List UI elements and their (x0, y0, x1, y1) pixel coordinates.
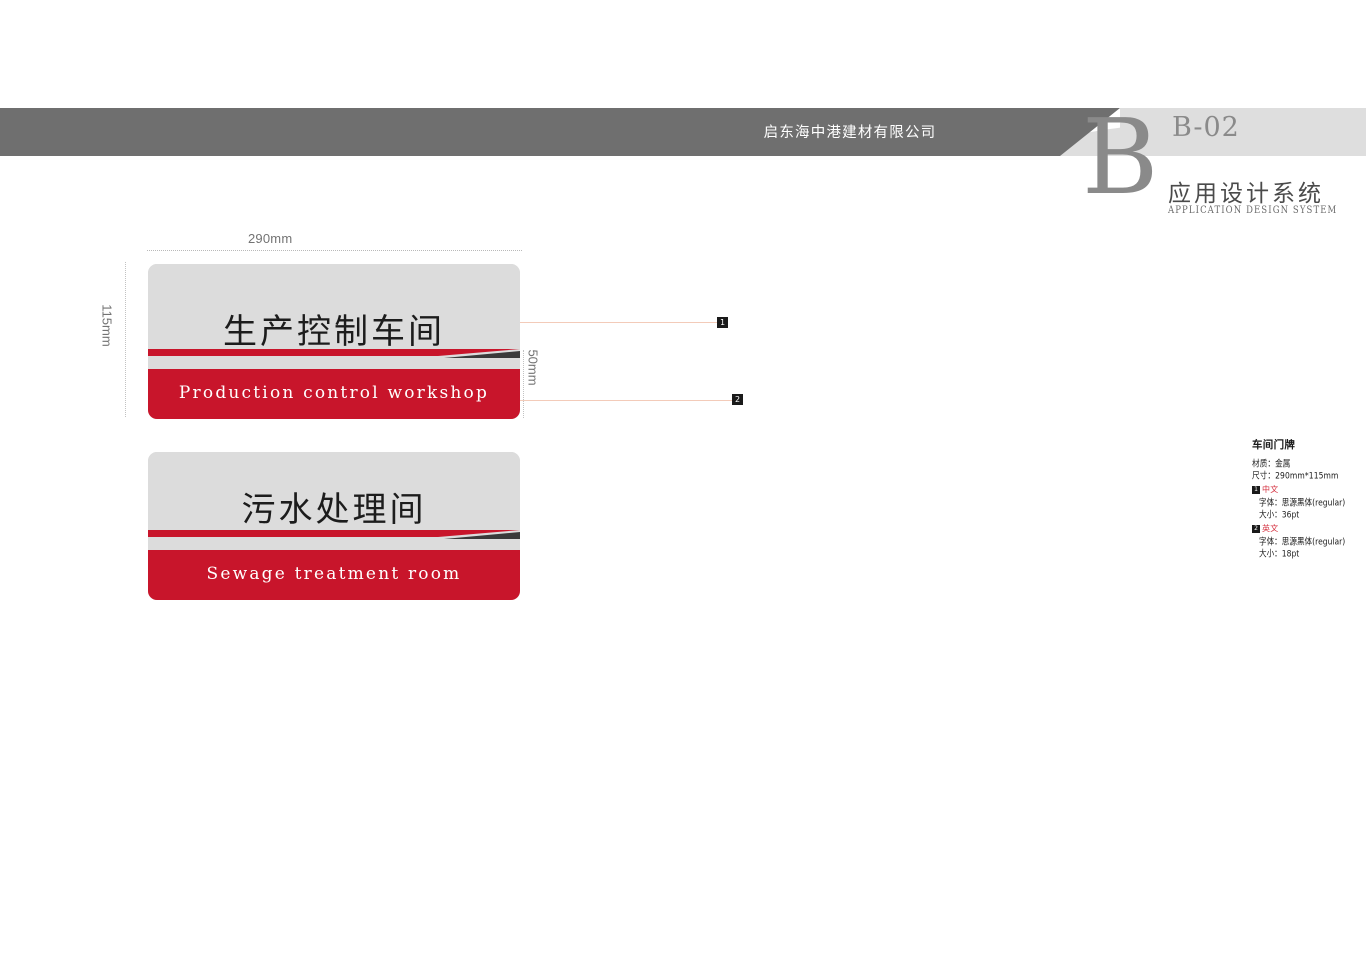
section-title-cn: 应用设计系统 (1168, 181, 1324, 207)
plate-title-cn: 污水处理间 (241, 490, 427, 530)
plate-bottom-section: Sewage treatment room (148, 550, 520, 600)
specification-panel: 车间门牌 材质：金属 尺寸：290mm*115mm 1 中文 字体：思源黑体(r… (1252, 437, 1362, 559)
spec-group-header: 1 中文 (1252, 484, 1362, 495)
spec-size: 尺寸：290mm*115mm (1252, 470, 1339, 481)
company-name: 启东海中港建材有限公司 (763, 125, 937, 141)
spec-group-header: 2 英文 (1252, 523, 1362, 534)
spec-font-size: 大小：18pt (1259, 548, 1300, 559)
dimension-band-line (523, 350, 524, 418)
section-letter: B (1082, 96, 1159, 218)
dimension-height-label: 115mm (99, 304, 115, 347)
design-spec-page: 启东海中港建材有限公司 B B-02 应用设计系统 APPLICATION DE… (0, 0, 1366, 966)
sign-plate-sewage-treatment: 污水处理间 Sewage treatment room (148, 452, 520, 600)
dimension-height-line (125, 262, 126, 417)
spec-number-badge: 2 (1252, 524, 1260, 533)
plate-title-en: Sewage treatment room (206, 564, 462, 584)
section-title-en: APPLICATION DESIGN SYSTEM (1168, 204, 1338, 217)
page-code: B-02 (1172, 112, 1240, 143)
plate-accent-stripe (148, 349, 520, 369)
spec-language-label: 中文 (1262, 485, 1279, 494)
header-band (0, 108, 1366, 156)
spec-number-badge: 1 (1252, 485, 1260, 494)
spec-language-label: 英文 (1262, 524, 1279, 533)
dimension-band-label: 50mm (525, 349, 541, 386)
plate-title-en: Production control workshop (178, 383, 490, 403)
plate-accent-stripe (148, 530, 520, 550)
dimension-width-label: 290mm (248, 231, 293, 246)
sign-plate-production-control: 生产控制车间 Production control workshop (148, 264, 520, 419)
callout-marker-1: 1 (717, 317, 728, 328)
spec-group-english: 2 英文 字体：思源黑体(regular) 大小：18pt (1252, 523, 1362, 559)
spec-group-chinese: 1 中文 字体：思源黑体(regular) 大小：36pt (1252, 484, 1362, 520)
plate-top-section: 污水处理间 (148, 452, 520, 530)
plate-bottom-section: Production control workshop (148, 369, 520, 419)
spec-font-size: 大小：36pt (1259, 509, 1300, 520)
dimension-width-line (147, 250, 522, 251)
spec-title: 车间门牌 (1252, 439, 1296, 451)
callout-marker-2: 2 (732, 394, 743, 405)
plate-title-cn: 生产控制车间 (223, 312, 445, 352)
plate-top-section: 生产控制车间 (148, 264, 520, 352)
